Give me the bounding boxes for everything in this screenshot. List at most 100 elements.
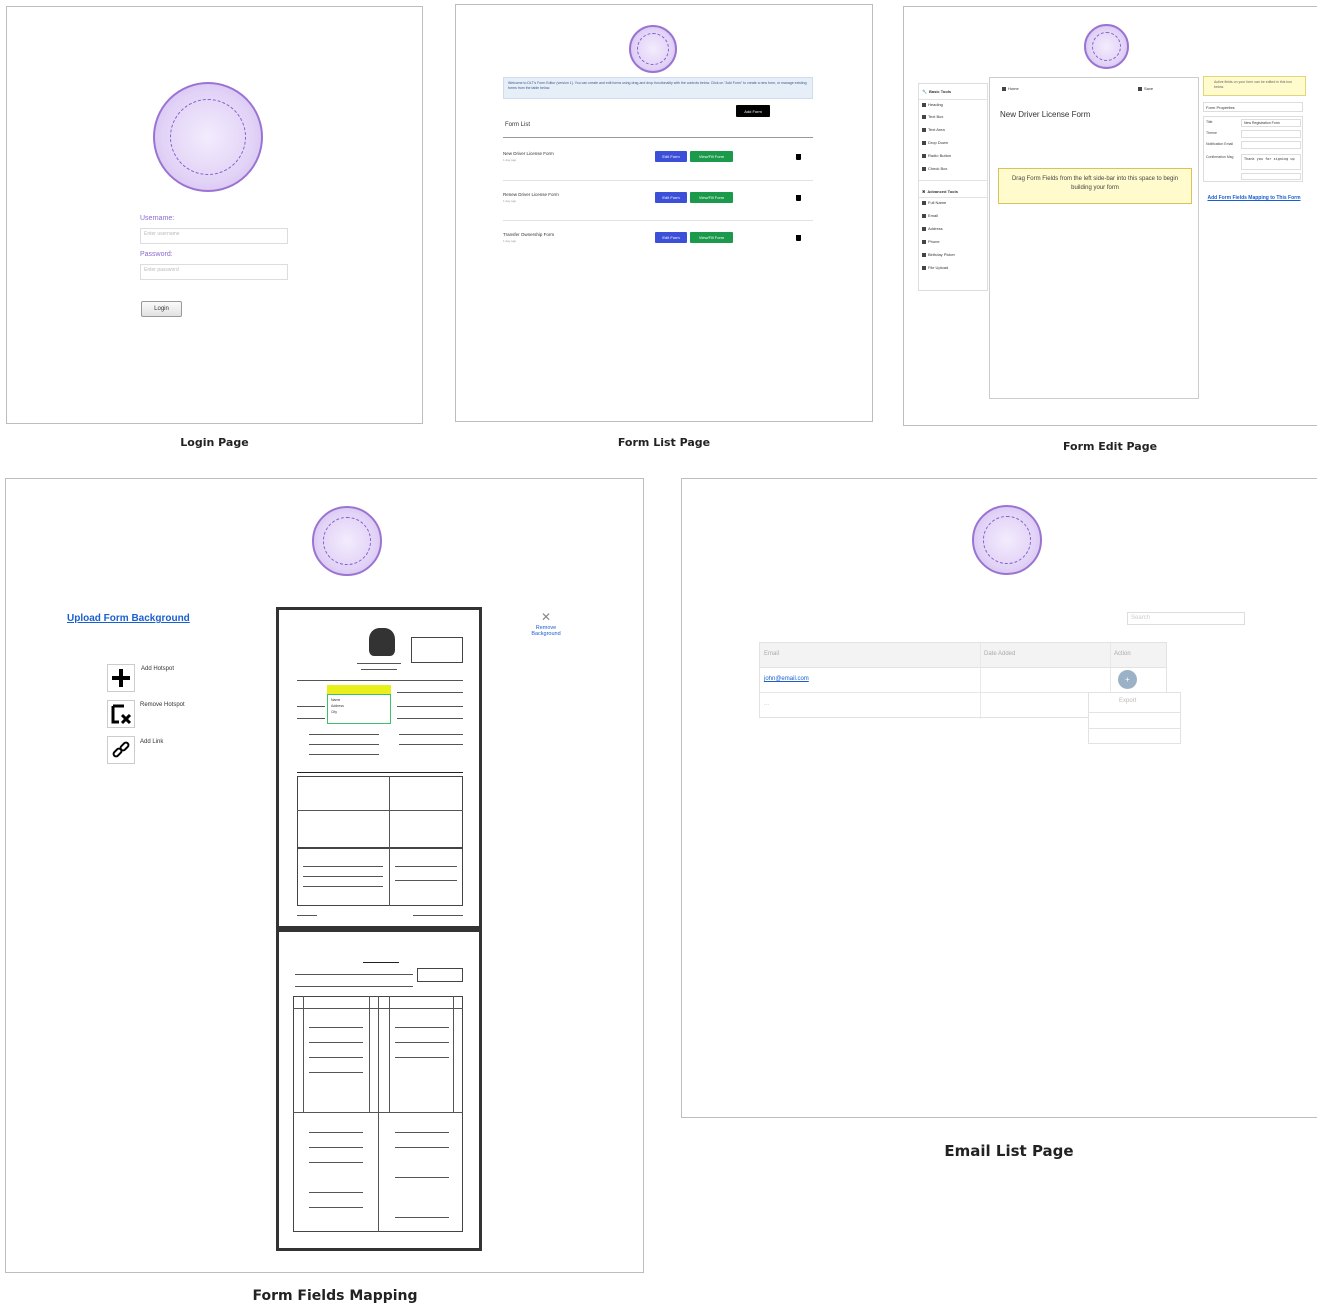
close-icon: ✕: [540, 610, 552, 624]
form-name[interactable]: Transfer Ownership Form: [503, 232, 554, 237]
caption-email-list-page: Email List Page: [944, 1142, 1074, 1160]
checkbox-icon: [922, 166, 926, 171]
save-label: Save: [1144, 86, 1154, 91]
dropdown-option[interactable]: Name: [331, 698, 340, 702]
add-link-button[interactable]: [107, 736, 135, 764]
doc-line: [309, 1207, 363, 1208]
divider: [919, 99, 987, 100]
drop-down-icon: [922, 140, 926, 145]
extra-input[interactable]: [1241, 173, 1301, 180]
theme-select[interactable]: [1241, 130, 1301, 138]
doc-line: [389, 776, 390, 848]
email-link[interactable]: john@email.com: [764, 676, 809, 682]
remove-hotspot-button[interactable]: [107, 700, 135, 728]
tool-text-area[interactable]: Text Area: [922, 127, 945, 132]
column-header-date-added: Date Added: [984, 651, 1016, 657]
divider: [503, 220, 813, 221]
hotspot-field[interactable]: [327, 685, 391, 694]
username-input[interactable]: Enter username: [140, 228, 288, 244]
link-icon: [112, 741, 130, 758]
doc-line: [303, 876, 383, 877]
tool-label: Heading: [928, 102, 943, 107]
doc-line: [389, 996, 390, 1112]
view-fill-form-button[interactable]: View/Fill Form: [690, 192, 733, 203]
tool-heading[interactable]: Heading: [922, 102, 943, 107]
add-hotspot-label: Add Hotspot: [141, 666, 175, 672]
upload-form-background-link[interactable]: Upload Form Background: [67, 613, 190, 624]
save-button[interactable]: Save: [1138, 86, 1153, 91]
plus-icon: [112, 669, 130, 687]
caption-login-page: Login Page: [180, 436, 249, 449]
add-link-label: Add Link: [140, 739, 164, 745]
divider: [919, 180, 987, 181]
form-title[interactable]: New Driver License Form: [1000, 110, 1090, 119]
name-icon: [922, 200, 926, 205]
doc-line: [369, 996, 370, 1112]
doc-line: [303, 886, 383, 887]
form-list-row: Renew Driver License Form 1 day ago Edit…: [503, 188, 813, 218]
login-button[interactable]: Login: [141, 301, 182, 317]
advanced-tools-header[interactable]: ✖ Advanced Tools: [922, 189, 958, 194]
doc-line: [309, 1072, 363, 1073]
trash-icon[interactable]: [796, 235, 801, 241]
form-background-page-1[interactable]: Name Address City: [276, 607, 482, 929]
add-mapping-link[interactable]: Add Form Fields Mapping to This Form: [1206, 195, 1302, 201]
add-hotspot-button[interactable]: [107, 664, 135, 692]
form-background-page-2[interactable]: [276, 929, 482, 1251]
edit-form-button[interactable]: Edit Form: [655, 232, 687, 243]
wrench-icon: 🔧: [922, 89, 927, 94]
notification-email-input[interactable]: [1241, 141, 1301, 149]
tool-check-box[interactable]: Check Box: [922, 166, 947, 171]
divider: [1089, 728, 1180, 729]
action-button[interactable]: +: [1118, 670, 1137, 689]
search-input[interactable]: Search: [1127, 612, 1245, 625]
form-properties-box: Title New Registration Form Theme Notifi…: [1203, 116, 1303, 182]
add-form-button[interactable]: Add Form: [736, 105, 770, 117]
tool-text-box[interactable]: Text Box: [922, 114, 943, 119]
tool-file-upload[interactable]: File Upload: [922, 265, 948, 270]
remove-background-button[interactable]: ✕ Remove Background: [521, 611, 571, 637]
doc-line: [303, 866, 383, 867]
doc-line: [397, 692, 463, 693]
tool-label: Full Name: [928, 200, 947, 205]
form-date: 1 day ago: [503, 158, 517, 162]
view-fill-form-button[interactable]: View/Fill Form: [690, 151, 733, 162]
doc-line: [357, 663, 401, 664]
welcome-banner: Welcome to DLT's Form Editor (version 1)…: [503, 77, 813, 99]
form-name[interactable]: Renew Driver License Form: [503, 192, 559, 197]
password-input[interactable]: Enter password: [140, 264, 288, 280]
dropdown-option[interactable]: Address: [331, 704, 344, 708]
doc-header-box: [417, 968, 463, 982]
doc-line: [395, 866, 457, 867]
doc-line: [378, 996, 379, 1232]
tool-phone[interactable]: Phone: [922, 239, 940, 244]
form-canvas[interactable]: Home Save New Driver License Form Drag F…: [989, 77, 1199, 399]
edit-form-button[interactable]: Edit Form: [655, 151, 687, 162]
tool-address[interactable]: Address: [922, 226, 943, 231]
doc-line: [413, 915, 463, 916]
hotspot-dropdown[interactable]: Name Address City: [327, 694, 391, 724]
edit-form-button[interactable]: Edit Form: [655, 192, 687, 203]
tool-email[interactable]: Email: [922, 213, 938, 218]
department-seal-logo: [312, 506, 382, 576]
confirmation-message-input[interactable]: Thank you for signing up: [1241, 154, 1301, 170]
form-name[interactable]: New Driver License Form: [503, 151, 554, 156]
doc-line: [361, 669, 397, 670]
basic-tools-header[interactable]: 🔧 Basic Tools: [922, 89, 951, 94]
home-button[interactable]: Home: [1002, 86, 1019, 91]
tool-full-name[interactable]: Full Name: [922, 200, 946, 205]
export-menu-item[interactable]: Export: [1119, 698, 1136, 704]
caption-form-fields-mapping: Form Fields Mapping: [252, 1288, 418, 1304]
tool-drop-down[interactable]: Drop Down: [922, 140, 948, 145]
dropdown-option[interactable]: City: [331, 710, 337, 714]
tool-birthday-picker[interactable]: Birthday Picker: [922, 252, 955, 257]
column-header-action: Action: [1114, 651, 1131, 657]
tool-radio-button[interactable]: Radio Button: [922, 153, 951, 158]
doc-line: [297, 706, 325, 707]
title-input[interactable]: New Registration Form: [1241, 119, 1301, 127]
email-link[interactable]: ...: [764, 701, 769, 707]
trash-icon[interactable]: [796, 195, 801, 201]
view-fill-form-button[interactable]: View/Fill Form: [690, 232, 733, 243]
trash-icon[interactable]: [796, 154, 801, 160]
doc-line: [309, 1057, 363, 1058]
